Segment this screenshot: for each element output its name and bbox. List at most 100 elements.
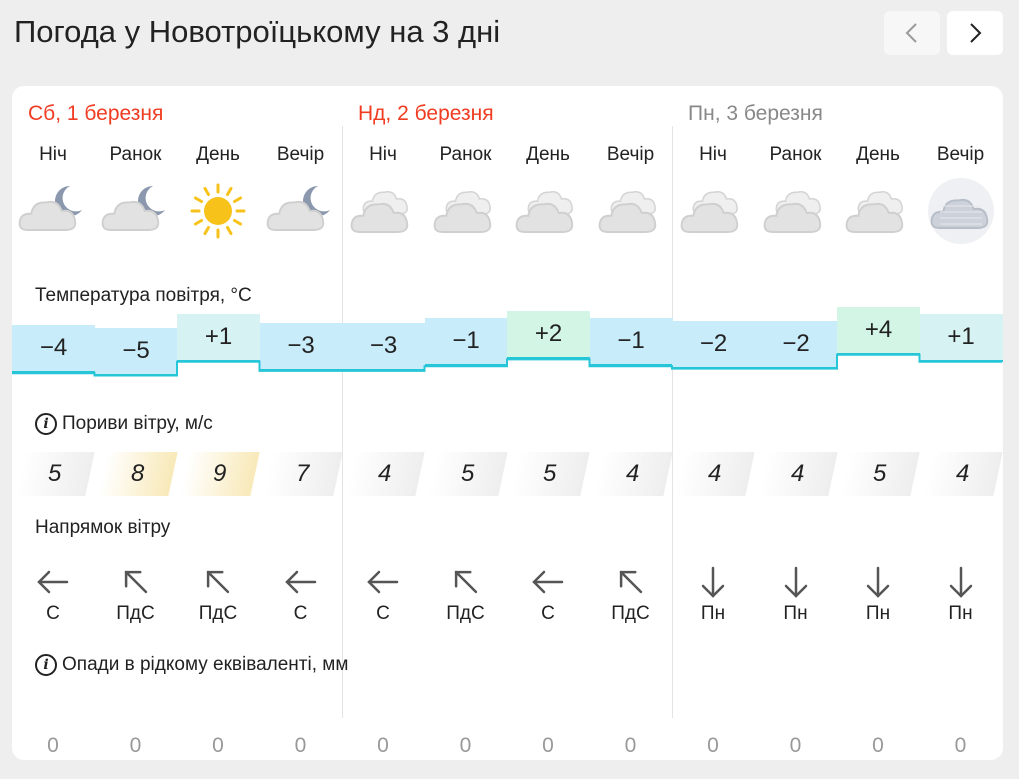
- next-button[interactable]: [947, 11, 1003, 55]
- chevron-right-icon: [970, 23, 982, 43]
- precip-value: 0: [212, 734, 224, 757]
- moon-cloud-icon: [12, 178, 94, 244]
- cloud-icon: [507, 178, 589, 244]
- temperature-cell: +1: [177, 313, 260, 362]
- wind-arrow-icon: [590, 564, 672, 600]
- wind-direction: С: [376, 603, 390, 624]
- temperature-value: +1: [204, 322, 233, 350]
- precip-value: 0: [294, 734, 307, 757]
- temperature-value: −3: [369, 331, 398, 359]
- temperature-cell: −1: [589, 318, 673, 367]
- temperature-value: +2: [534, 320, 563, 348]
- precip-value: 0: [459, 734, 472, 757]
- wind-direction: С: [46, 603, 60, 624]
- wind-gust: 4: [922, 452, 1003, 496]
- wind-gust: 4: [757, 452, 838, 496]
- day-header: Сб, 1 березня: [28, 102, 164, 125]
- wind-arrow-icon: [260, 564, 342, 600]
- wind-direction: ПдС: [198, 603, 238, 624]
- wind-gust-value: 5: [873, 460, 887, 487]
- period-label: Ніч: [369, 144, 397, 165]
- wind-arrow-icon: [837, 564, 919, 600]
- period-label: День: [856, 144, 900, 165]
- temperature-cell: −2: [754, 320, 838, 369]
- wind-gust-value: 4: [790, 460, 805, 487]
- wind-gust: 5: [15, 452, 95, 496]
- cloud-icon: [837, 178, 919, 244]
- temperature-value: +4: [864, 315, 893, 343]
- forecast-card: Сб, 1 березня Нд, 2 березня Пн, 3 березн…: [12, 86, 1003, 760]
- day-header: Нд, 2 березня: [358, 102, 494, 125]
- gusts-label: i Пориви вітру, м/с: [35, 413, 213, 435]
- wind-direction: С: [541, 603, 555, 624]
- precip-value: 0: [542, 734, 554, 757]
- page-title: Погода у Новотроїцькому на 3 дні: [14, 14, 501, 49]
- wind-arrow-icon: [507, 564, 589, 600]
- precip-value: 0: [872, 734, 884, 757]
- gusts-label-text: Пориви вітру, м/с: [62, 413, 213, 434]
- wind-arrow-icon: [95, 564, 177, 600]
- wind-gust-value: 7: [295, 460, 310, 487]
- temperature-cell: −5: [94, 327, 178, 376]
- wind-gust: 5: [427, 452, 508, 496]
- temperature-label: Температура повітря, °C: [35, 285, 252, 306]
- wind-direction: С: [293, 603, 308, 624]
- temperature-value: −1: [452, 327, 480, 355]
- wind-gust-value: 9: [213, 460, 227, 487]
- fog-icon: [920, 178, 1002, 244]
- wind-arrow-icon: [12, 564, 94, 600]
- wind-gust-value: 4: [955, 460, 970, 487]
- moon-cloud-icon: [260, 178, 342, 244]
- wind-direction: Пн: [700, 603, 726, 624]
- cloud-icon: [342, 178, 424, 244]
- wind-gust: 5: [510, 452, 590, 496]
- info-icon[interactable]: i: [35, 413, 57, 435]
- wind-direction: Пн: [948, 603, 973, 624]
- wind-direction: Пн: [783, 603, 808, 624]
- chevron-left-icon: [905, 23, 917, 43]
- wind-gust: 4: [675, 452, 755, 496]
- precip-value: 0: [377, 734, 389, 757]
- wind-direction: Пн: [865, 603, 891, 624]
- wind-gust-value: 4: [625, 460, 640, 487]
- wind-gust-value: 5: [460, 460, 475, 487]
- period-label: Ніч: [39, 144, 67, 165]
- precip-label: i Опади в рідкому еквіваленті, мм: [35, 654, 348, 676]
- sun-icon: [177, 178, 259, 244]
- info-icon[interactable]: i: [35, 654, 57, 676]
- cloud-icon: [590, 178, 672, 244]
- wind-gust: 4: [345, 452, 425, 496]
- wind-gust: 9: [180, 452, 260, 496]
- precip-value: 0: [789, 734, 802, 757]
- day-header: Пн, 3 березня: [688, 102, 823, 125]
- wind-gust: 5: [840, 452, 920, 496]
- temperature-cell: −2: [672, 320, 755, 369]
- precip-value: 0: [707, 734, 719, 757]
- prev-button[interactable]: [884, 11, 940, 55]
- period-label: Вечір: [606, 144, 655, 165]
- period-label: День: [526, 144, 570, 165]
- period-label: Ніч: [699, 144, 727, 165]
- precip-value: 0: [624, 734, 637, 757]
- direction-label: Напрямок вітру: [35, 517, 171, 538]
- temperature-cell: +2: [507, 311, 590, 360]
- moon-cloud-icon: [95, 178, 177, 244]
- wind-gust-value: 4: [378, 460, 392, 487]
- precip-value: 0: [129, 734, 142, 757]
- period-label: Ранок: [439, 144, 492, 165]
- wind-arrow-icon: [177, 564, 259, 600]
- period-label: Ранок: [769, 144, 822, 165]
- period-label: Вечір: [276, 144, 325, 165]
- wind-gust: 4: [592, 452, 673, 496]
- wind-gust-value: 5: [48, 460, 62, 487]
- cloud-icon: [672, 178, 754, 244]
- precip-value: 0: [47, 734, 59, 757]
- wind-gust-value: 8: [130, 460, 145, 487]
- wind-gust: 7: [262, 452, 343, 496]
- period-label: Вечір: [936, 144, 985, 165]
- wind-arrow-icon: [342, 564, 424, 600]
- temperature-value: −1: [617, 327, 645, 355]
- wind-arrow-icon: [672, 564, 754, 600]
- wind-arrow-icon: [755, 564, 837, 600]
- temperature-cell: −1: [424, 318, 508, 367]
